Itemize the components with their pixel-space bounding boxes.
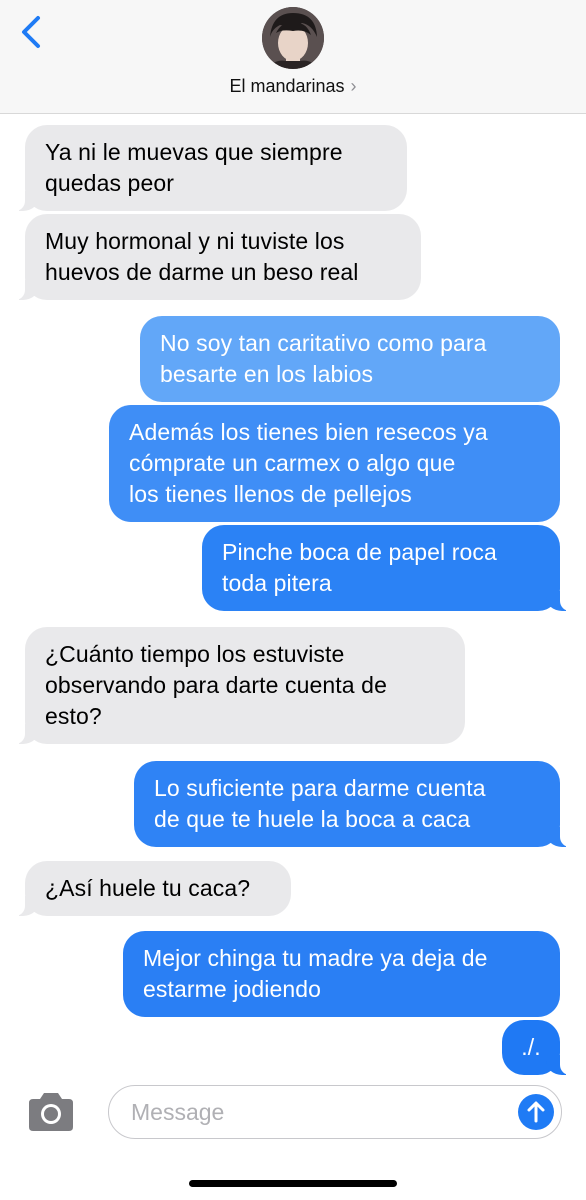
message-bubble-incoming[interactable]: Muy hormonal y ni tuviste los huevos de … — [15, 214, 421, 300]
message-bubble-outgoing[interactable]: Mejor chinga tu madre ya deja de estarme… — [123, 931, 560, 1017]
message-bubble-incoming[interactable]: Ya ni le muevas que siempre quedas peor — [15, 125, 407, 211]
arrow-up-icon — [527, 1101, 545, 1123]
contact-avatar[interactable] — [262, 7, 324, 69]
message-bubble-incoming[interactable]: ¿Así huele tu caca? — [15, 861, 291, 916]
message-bubble-outgoing[interactable]: No soy tan caritativo como para besarte … — [140, 316, 560, 402]
message-thread: Ya ni le muevas que siempre quedas peor … — [0, 113, 586, 1075]
message-bubble-outgoing[interactable]: Pinche boca de papel roca toda pitera — [202, 525, 570, 611]
message-input-container[interactable] — [108, 1085, 562, 1139]
camera-icon[interactable] — [25, 1091, 77, 1133]
chevron-left-icon[interactable] — [14, 14, 50, 50]
send-button[interactable] — [518, 1094, 554, 1130]
message-bubble-incoming[interactable]: ¿Cuánto tiempo los estuviste observando … — [15, 627, 465, 744]
home-indicator — [189, 1180, 397, 1187]
chevron-right-icon: › — [350, 76, 357, 96]
avatar-photo — [262, 7, 324, 69]
conversation-header: El mandarinas › — [0, 0, 586, 114]
contact-name-button[interactable]: El mandarinas › — [0, 76, 586, 97]
contact-name: El mandarinas — [229, 76, 345, 96]
message-input[interactable] — [129, 1086, 513, 1139]
message-bubble-outgoing[interactable]: ./. — [502, 1020, 570, 1075]
message-bubble-outgoing[interactable]: Lo suficiente para darme cuenta de que t… — [134, 761, 570, 847]
message-bubble-outgoing[interactable]: Además los tienes bien resecos ya cómpra… — [109, 405, 560, 522]
